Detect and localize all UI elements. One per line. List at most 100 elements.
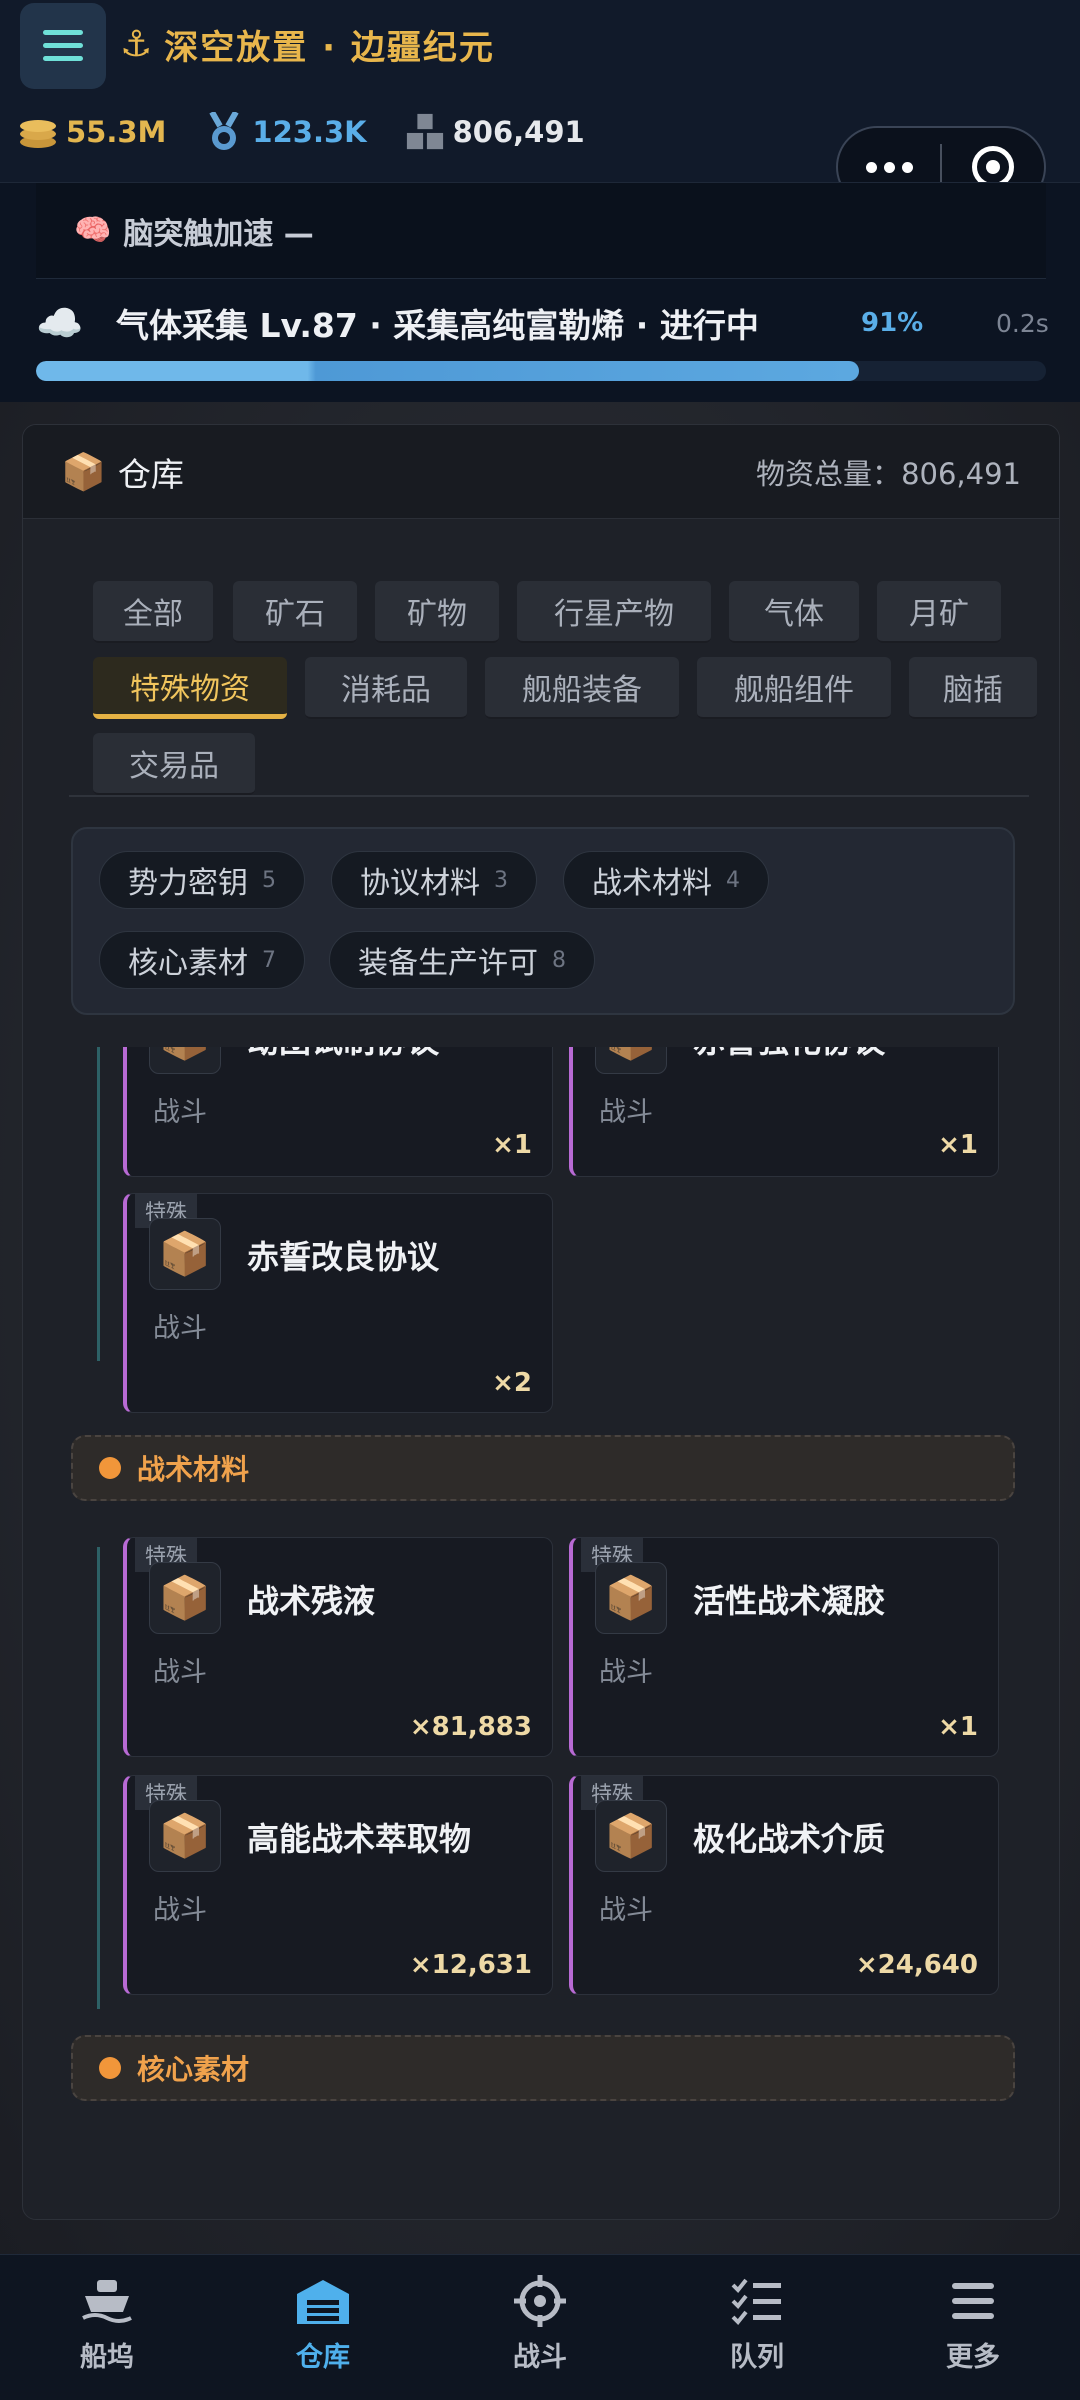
chip-tactical-materials[interactable]: 战术材料 4 xyxy=(563,851,769,909)
chip-label: 核心素材 xyxy=(128,946,248,981)
task-row: ☁️ 气体采集 Lv.87 · 采集高纯富勒烯 · 进行中 91% 0.2s xyxy=(36,293,1049,353)
item-name: 战术残液 xyxy=(247,1582,376,1620)
chip-count: 3 xyxy=(494,867,508,893)
item-quantity: ×1 xyxy=(938,1130,978,1160)
chip-protocol-materials[interactable]: 协议材料 3 xyxy=(331,851,537,909)
menu-button[interactable] xyxy=(20,3,106,89)
medal-icon xyxy=(204,112,244,152)
chip-label: 协议材料 xyxy=(360,866,480,901)
group-header-core[interactable]: 核心素材 xyxy=(71,2035,1015,2101)
item-card[interactable]: 特殊 📦 极化战术介质 战斗 ×24,640 xyxy=(569,1775,999,1995)
item-quantity: ×1 xyxy=(938,1712,978,1742)
chip-label: 装备生产许可 xyxy=(358,946,538,981)
package-icon: 📦 xyxy=(149,1800,221,1872)
chip-count: 8 xyxy=(552,947,566,973)
task-time: 0.2s xyxy=(996,308,1049,338)
tab-ore[interactable]: 矿石 xyxy=(233,581,357,643)
item-card[interactable]: 特殊 📦 战术残液 战斗 ×81,883 xyxy=(123,1537,553,1757)
item-card[interactable]: 📦 赤誓强化协议 战斗 ×1 xyxy=(569,1047,999,1177)
nav-battle[interactable]: 战斗 xyxy=(465,2273,615,2374)
tab-mineral[interactable]: 矿物 xyxy=(375,581,499,643)
group-rail xyxy=(97,1047,100,1361)
nav-warehouse[interactable]: 仓库 xyxy=(248,2273,398,2374)
anchor-icon: ⚓ xyxy=(120,24,155,65)
item-quantity: ×24,640 xyxy=(855,1950,978,1980)
item-category: 战斗 xyxy=(153,1313,207,1344)
resource-medal: 123.3K xyxy=(204,112,367,152)
subcategory-filter: 势力密钥 5 协议材料 3 战术材料 4 核心素材 7 装备生产许可 8 xyxy=(71,827,1015,1015)
tab-gas[interactable]: 气体 xyxy=(729,581,859,643)
checklist-icon xyxy=(727,2273,787,2329)
item-name: 高能战术萃取物 xyxy=(247,1820,472,1858)
chip-count: 5 xyxy=(262,867,276,893)
nav-label: 队列 xyxy=(730,2342,784,2373)
resource-materials-value: 806,491 xyxy=(452,115,585,149)
item-card[interactable]: 📦 劫团试制协议 战斗 ×1 xyxy=(123,1047,553,1177)
tabs-divider xyxy=(69,795,1029,797)
group-title: 战术材料 xyxy=(137,1453,250,1486)
bottom-nav: 船坞 仓库 战斗 队列 更多 xyxy=(0,2254,1080,2400)
warehouse-panel: 📦 仓库 物资总量：806,491 全部 矿石 矿物 行星产物 气体 月矿 特殊… xyxy=(22,424,1060,2220)
resource-coins-value: 55.3M xyxy=(66,115,167,149)
boost-label: 脑突触加速 — xyxy=(123,216,314,252)
package-icon: 📦 xyxy=(595,1562,667,1634)
item-card[interactable]: 特殊 📦 高能战术萃取物 战斗 ×12,631 xyxy=(123,1775,553,1995)
group-dot xyxy=(99,2057,121,2079)
tab-planet-products[interactable]: 行星产物 xyxy=(517,581,711,643)
nav-label: 船坞 xyxy=(80,2342,134,2373)
item-list[interactable]: 📦 劫团试制协议 战斗 ×1 📦 赤誓强化协议 战斗 ×1 特殊 📦 赤誓改良协… xyxy=(23,1047,1059,2219)
nav-label: 仓库 xyxy=(296,2342,350,2373)
item-card[interactable]: 特殊 📦 活性战术凝胶 战斗 ×1 xyxy=(569,1537,999,1757)
item-category: 战斗 xyxy=(599,1895,653,1926)
item-quantity: ×2 xyxy=(492,1368,532,1398)
warehouse-icon xyxy=(293,2273,353,2329)
nav-dock[interactable]: 船坞 xyxy=(32,2273,182,2374)
chip-core-materials[interactable]: 核心素材 7 xyxy=(99,931,305,989)
coins-icon xyxy=(18,112,58,152)
tab-ship-equipment[interactable]: 舰船装备 xyxy=(485,657,679,719)
tab-special[interactable]: 特殊物资 xyxy=(93,657,287,719)
more-options-icon[interactable] xyxy=(838,161,940,173)
package-icon: 📦 xyxy=(149,1218,221,1290)
item-category: 战斗 xyxy=(599,1097,653,1128)
ship-icon xyxy=(77,2273,137,2329)
boost-row[interactable]: 🧠 脑突触加速 — xyxy=(36,183,1046,279)
item-category: 战斗 xyxy=(153,1657,207,1688)
nav-queue[interactable]: 队列 xyxy=(682,2273,832,2374)
tab-consumables[interactable]: 消耗品 xyxy=(305,657,467,719)
group-rail xyxy=(97,1547,100,2009)
tab-moon-ore[interactable]: 月矿 xyxy=(877,581,1001,643)
nav-label: 战斗 xyxy=(513,2342,567,2373)
item-quantity: ×12,631 xyxy=(409,1950,532,1980)
nav-more[interactable]: 更多 xyxy=(898,2273,1048,2374)
boxes-icon xyxy=(405,112,445,152)
tab-all[interactable]: 全部 xyxy=(93,581,213,643)
group-header-tactical[interactable]: 战术材料 xyxy=(71,1435,1015,1501)
resource-materials: 806,491 xyxy=(405,112,585,152)
resource-bar: 55.3M 123.3K 806,491 xyxy=(18,112,585,152)
resource-medal-value: 123.3K xyxy=(252,115,367,149)
group-title: 核心素材 xyxy=(137,2053,250,2086)
task-progress-fill xyxy=(36,361,860,381)
item-card[interactable]: 特殊 📦 赤誓改良协议 战斗 ×2 xyxy=(123,1193,553,1413)
item-quantity: ×1 xyxy=(492,1130,532,1160)
item-name: 活性战术凝胶 xyxy=(693,1582,886,1620)
chip-production-licenses[interactable]: 装备生产许可 8 xyxy=(329,931,595,989)
item-quantity: ×81,883 xyxy=(409,1712,532,1742)
task-text: 气体采集 Lv.87 · 采集高纯富勒烯 · 进行中 xyxy=(116,306,759,345)
chip-count: 7 xyxy=(262,947,276,973)
chip-faction-keys[interactable]: 势力密钥 5 xyxy=(99,851,305,909)
chip-count: 4 xyxy=(726,867,740,893)
package-icon: 📦 xyxy=(595,1800,667,1872)
item-name: 赤誓改良协议 xyxy=(247,1238,440,1276)
warehouse-total-value: 806,491 xyxy=(901,456,1021,491)
app-title-text: 深空放置 · 边疆纪元 xyxy=(164,28,495,68)
tab-ship-components[interactable]: 舰船组件 xyxy=(697,657,891,719)
package-icon: 📦 xyxy=(149,1047,221,1074)
tab-implants[interactable]: 脑插 xyxy=(909,657,1037,719)
warehouse-total: 物资总量：806,491 xyxy=(756,451,1021,493)
tab-trade-goods[interactable]: 交易品 xyxy=(93,733,255,795)
item-name: 极化战术介质 xyxy=(693,1820,886,1858)
menu-icon xyxy=(943,2273,1003,2329)
group-dot xyxy=(99,1457,121,1479)
